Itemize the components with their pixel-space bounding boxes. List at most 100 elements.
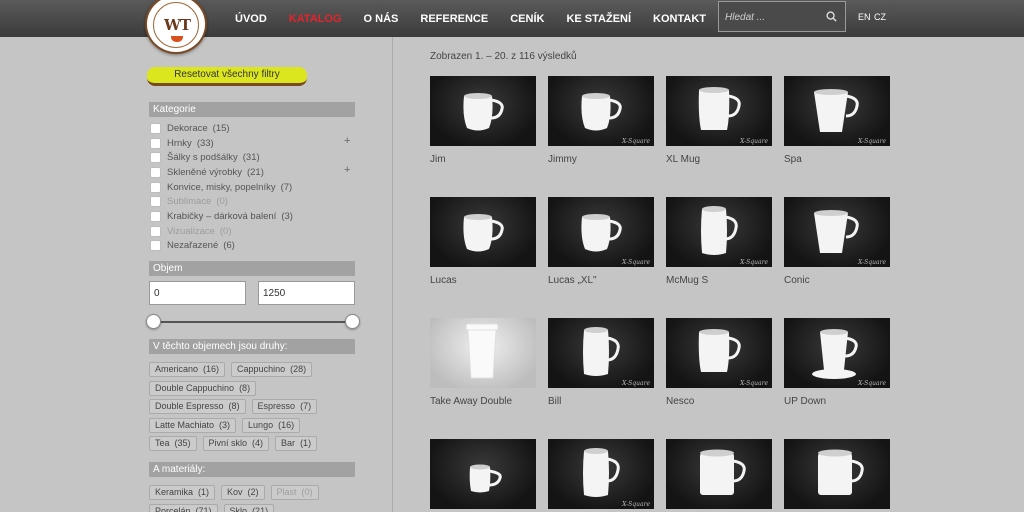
type-tags: Americano (16) Cappuchino (28) Double Cappuc… [149,362,355,455]
product-image[interactable]: X-Square [548,197,654,267]
mug-image [700,449,746,495]
product-card[interactable]: Jim [430,76,536,165]
product-image[interactable] [430,76,536,146]
product-name[interactable]: Spa [784,154,890,165]
product-name[interactable]: Nesco [666,396,772,407]
category-checkbox[interactable] [150,122,161,134]
product-card[interactable]: X-Square McMug S [666,197,772,286]
nav-item-1[interactable]: KATALOG [289,13,342,25]
product-card[interactable]: X-Square Spa [784,76,890,165]
category-item[interactable]: Skleněné výrobky (21) + [150,164,356,180]
product-card[interactable]: X-Square [548,439,654,509]
category-checkbox[interactable] [150,152,161,164]
category-label: Dekorace [167,122,208,134]
product-image[interactable]: X-Square [548,76,654,146]
product-card[interactable]: X-Square Nesco [666,318,772,407]
product-name[interactable]: McMug S [666,275,772,286]
product-card[interactable]: X-Square Conic [784,197,890,286]
nav-item-6[interactable]: KONTAKT [653,13,706,25]
search-icon[interactable] [826,11,837,22]
expand-plus-icon[interactable]: + [344,135,350,147]
product-card[interactable]: Lucas [430,197,536,286]
product-card[interactable]: X-Square Jimmy [548,76,654,165]
product-image[interactable]: X-Square [784,197,890,267]
product-name[interactable]: Lucas [430,275,536,286]
materials-tag[interactable]: Keramika (1) [149,485,216,500]
product-card[interactable]: X-Square UP Down [784,318,890,407]
types-heading: V těchto objemech jsou druhy: [149,339,355,354]
nav-item-5[interactable]: KE STAŽENÍ [566,13,631,25]
category-checkbox[interactable] [150,240,161,252]
category-count: (33) [196,137,214,149]
category-checkbox[interactable] [150,181,161,193]
product-name[interactable]: Lucas „XL" [548,275,654,286]
volume-min-input[interactable] [149,281,246,305]
volume-max-input[interactable] [258,281,355,305]
types-tag[interactable]: Espresso (7) [251,399,318,414]
product-name[interactable]: Bill [548,396,654,407]
product-name[interactable]: Take Away Double [430,396,536,407]
product-image[interactable] [666,439,772,509]
product-card[interactable]: X-Square Lucas „XL" [548,197,654,286]
types-tag[interactable]: Double Espresso (8) [149,399,246,414]
product-name[interactable]: Conic [784,275,890,286]
product-image[interactable]: X-Square [548,439,654,509]
category-item[interactable]: Nezařazené (6) [150,239,356,254]
types-tag[interactable]: Cappuchino (28) [231,362,313,377]
materials-tag[interactable]: Sklo (21) [223,503,275,512]
materials-tag[interactable]: Kov (2) [221,485,265,500]
product-image[interactable] [430,318,536,388]
product-card[interactable] [666,439,772,509]
product-image[interactable]: X-Square [666,197,772,267]
types-tag[interactable]: Tea (35) [149,436,197,451]
product-image[interactable] [430,197,536,267]
category-item[interactable]: Dekorace (15) [150,121,356,136]
nav-item-3[interactable]: REFERENCE [420,13,488,25]
logo-cup-icon [171,36,183,42]
search-input[interactable] [725,8,821,26]
volume-slider-max-handle[interactable] [344,314,360,329]
product-card[interactable]: Take Away Double [430,318,536,407]
product-image[interactable]: X-Square [784,76,890,146]
nav-item-0[interactable]: ÚVOD [235,13,267,25]
category-count: (21) [246,166,264,178]
product-name[interactable]: XL Mug [666,154,772,165]
product-image[interactable]: X-Square [666,76,772,146]
product-card[interactable] [784,439,890,509]
volume-slider-min-handle[interactable] [145,314,161,329]
product-name[interactable]: Jim [430,154,536,165]
product-image[interactable] [430,439,536,509]
reset-filters-button[interactable]: Resetovat všechny filtry [147,67,307,86]
types-tag[interactable]: Pivní sklo (4) [202,436,270,451]
category-checkbox[interactable] [150,137,161,149]
product-card[interactable] [430,439,536,509]
category-item[interactable]: Krabičky – dárková balení (3) [150,209,356,224]
nav-item-4[interactable]: CENÍK [510,13,544,25]
types-tag[interactable]: Double Cappuchino (8) [149,380,257,396]
materials-tag-label: Plast [276,487,297,497]
product-image[interactable]: X-Square [784,318,890,388]
product-image[interactable]: X-Square [548,318,654,388]
mug-image [698,87,741,130]
materials-tag[interactable]: Porcelán (71) [149,503,218,512]
lang-cz-link[interactable]: CZ [874,12,886,22]
types-tag[interactable]: Americano (16) [149,362,226,377]
expand-plus-icon[interactable]: + [344,164,350,176]
category-item[interactable]: Hrnky (33) + [150,135,356,151]
category-item[interactable]: Konvice, misky, popelníky (7) [150,180,356,195]
category-checkbox[interactable] [150,166,161,178]
lang-en-link[interactable]: EN [858,12,871,22]
product-image[interactable] [784,439,890,509]
product-image[interactable]: X-Square [666,318,772,388]
types-tag[interactable]: Bar (1) [275,436,318,451]
product-name[interactable]: UP Down [784,396,890,407]
types-tag[interactable]: Latte Machiato (3) [149,417,237,433]
types-tag[interactable]: Lungo (16) [242,417,301,433]
volume-slider-track[interactable] [153,321,352,323]
product-card[interactable]: X-Square Bill [548,318,654,407]
product-name[interactable]: Jimmy [548,154,654,165]
category-item[interactable]: Šálky s podšálky (31) [150,150,356,165]
nav-item-2[interactable]: O NÁS [364,13,399,25]
category-checkbox[interactable] [150,210,161,222]
product-card[interactable]: X-Square XL Mug [666,76,772,165]
